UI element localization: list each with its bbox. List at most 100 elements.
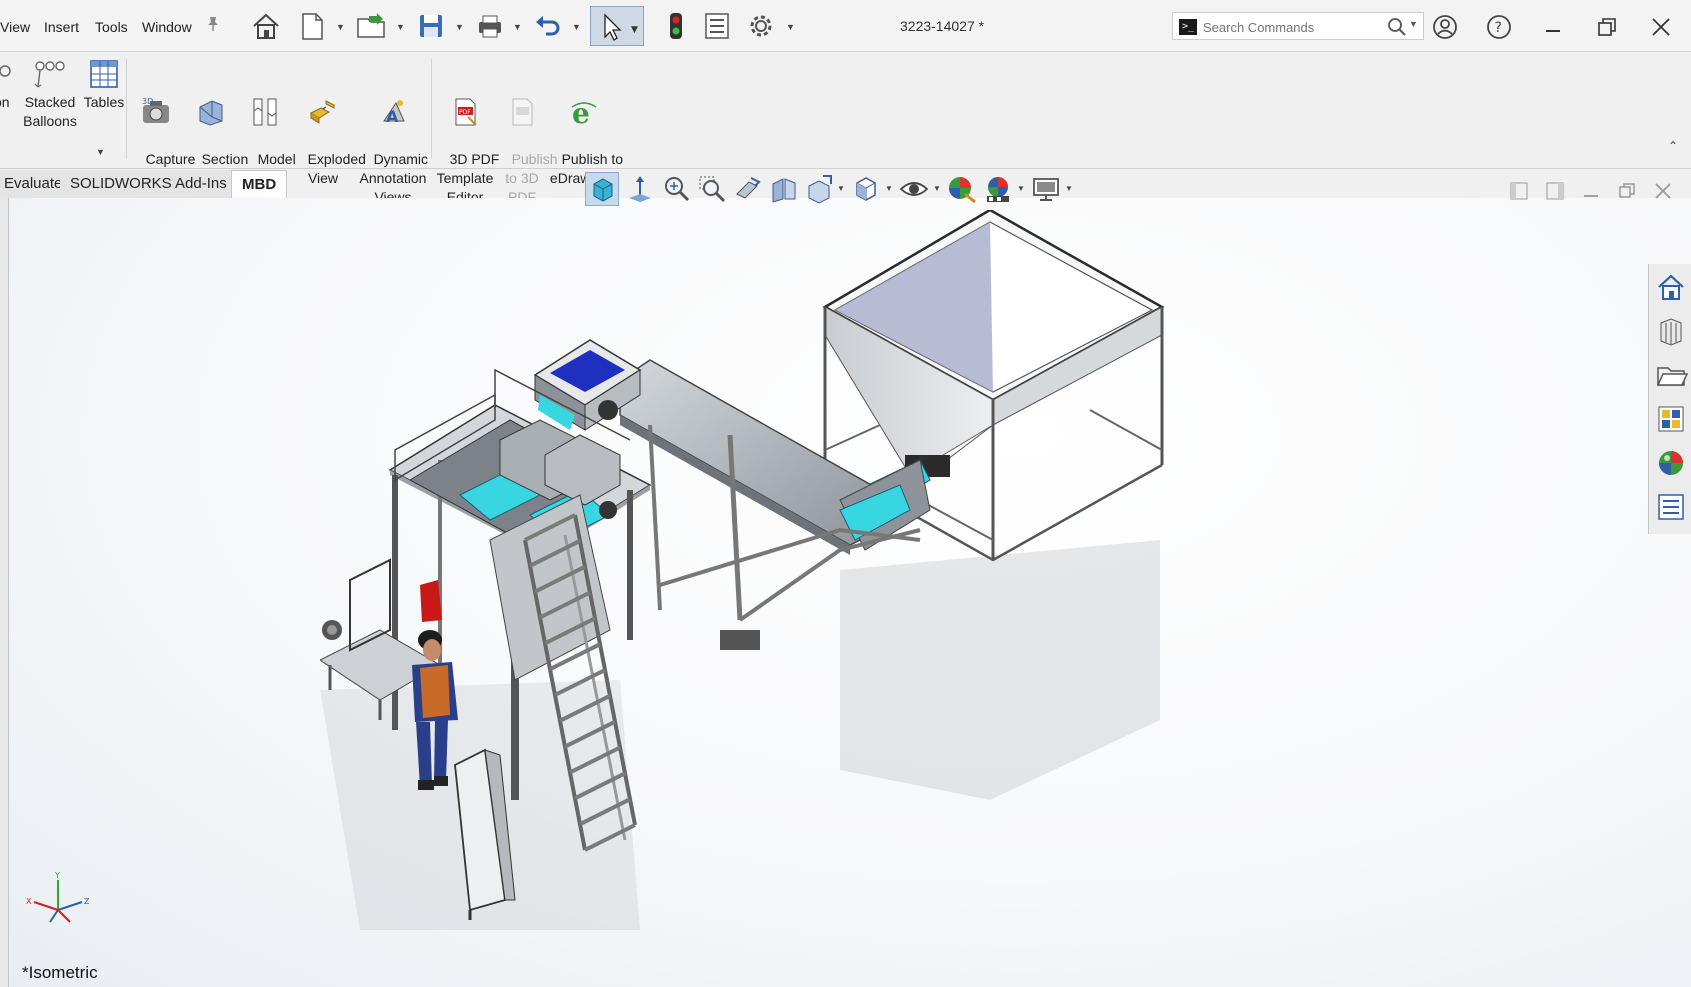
chevron-down-icon[interactable]: ▼ — [1409, 19, 1418, 29]
chevron-down-icon[interactable]: ▼ — [885, 184, 893, 193]
stacked-balloons-icon — [34, 61, 65, 88]
select-button[interactable]: ▼ — [590, 6, 644, 46]
dynamic-annotation-views-icon[interactable] — [803, 172, 837, 206]
svg-text:?: ? — [1495, 20, 1502, 36]
document-title: 3223-14027 * — [900, 18, 985, 34]
viewport-minimize-icon[interactable] — [1580, 180, 1602, 202]
zoom-to-fit-cube-icon[interactable] — [585, 172, 619, 206]
triad-y-label: Y — [54, 871, 60, 880]
search-icon[interactable] — [1387, 17, 1407, 40]
tables-icon — [90, 60, 118, 88]
collapse-ribbon-icon[interactable]: ⌃ — [1668, 139, 1678, 153]
pin-icon[interactable] — [206, 16, 220, 35]
hide-show-items-icon[interactable] — [897, 172, 931, 206]
section-view-icon[interactable] — [767, 172, 801, 206]
menu-tools[interactable]: Tools — [95, 19, 128, 35]
menu-view[interactable]: View — [0, 19, 30, 35]
chevron-down-icon[interactable]: ▼ — [336, 22, 345, 32]
publish-3d-pdf-icon — [512, 98, 533, 126]
ribbon-label: Tables — [83, 94, 125, 110]
custom-properties-icon[interactable] — [1654, 490, 1688, 524]
chevron-down-icon[interactable]: ▼ — [396, 22, 405, 32]
split-right-icon[interactable] — [1544, 180, 1566, 202]
view-palette-icon[interactable] — [1654, 402, 1688, 436]
task-pane-tabs — [1648, 264, 1691, 534]
open-folder-icon[interactable] — [355, 10, 387, 42]
previous-view-icon[interactable] — [731, 172, 765, 206]
edrawings-icon: e — [571, 97, 597, 129]
view-orientation-icon[interactable] — [623, 172, 657, 206]
search-input[interactable] — [1203, 17, 1383, 37]
bagging-machine-assembly-model[interactable] — [320, 210, 1260, 980]
undo-icon[interactable] — [532, 10, 564, 42]
svg-text:e: e — [572, 97, 590, 129]
svg-text:▼: ▼ — [631, 25, 638, 35]
dynamic-annotation-views-icon: A — [383, 100, 405, 126]
minimize-icon[interactable] — [1538, 12, 1568, 42]
coordinate-triad: Y X Z — [26, 871, 90, 923]
exploded-view-icon — [309, 100, 335, 124]
exploded-view-button[interactable]: Exploded View — [292, 57, 366, 207]
split-left-icon[interactable] — [1508, 180, 1530, 202]
zoom-to-area-icon[interactable] — [659, 172, 693, 206]
view-orientation-cube-icon[interactable] — [849, 172, 883, 206]
account-icon[interactable] — [1430, 12, 1460, 42]
file-properties-icon[interactable] — [701, 10, 733, 42]
svg-text:A: A — [386, 107, 399, 126]
tables-button[interactable]: Tables — [82, 57, 126, 112]
capture-3d-view-icon: 3D — [142, 97, 169, 123]
model-break-view-icon — [253, 98, 277, 126]
gear-icon[interactable] — [745, 10, 777, 42]
edit-appearance-icon[interactable] — [945, 172, 979, 206]
ribbon-label: Stacked Balloons — [23, 94, 77, 129]
restore-icon[interactable] — [1592, 12, 1622, 42]
help-icon[interactable]: ? — [1484, 12, 1514, 42]
search-commands-box[interactable]: >_ ▼ — [1172, 12, 1424, 40]
view-settings-monitor-icon[interactable] — [1029, 172, 1063, 206]
close-icon[interactable] — [1646, 12, 1676, 42]
chevron-down-icon[interactable]: ▼ — [1065, 184, 1073, 193]
chevron-down-icon[interactable]: ▼ — [572, 22, 581, 32]
viewport-restore-icon[interactable] — [1616, 180, 1638, 202]
chevron-down-icon[interactable]: ▼ — [96, 147, 105, 157]
chevron-down-icon[interactable]: ▼ — [455, 22, 464, 32]
chevron-down-icon[interactable]: ▼ — [837, 184, 845, 193]
view-orientation-label: *Isometric — [22, 963, 98, 982]
chevron-down-icon[interactable]: ▼ — [933, 184, 941, 193]
ribbon-label: 3D PDF Template Editor — [436, 151, 500, 205]
apply-scene-icon[interactable] — [981, 172, 1015, 206]
menu-insert[interactable]: Insert — [44, 19, 79, 35]
rebuild-traffic-light-icon[interactable] — [660, 10, 692, 42]
solidworks-resources-home-icon[interactable] — [1654, 270, 1688, 304]
section-view-icon — [199, 100, 223, 126]
feature-manager-collapsed-panel[interactable] — [0, 198, 9, 987]
tab-mbd[interactable]: MBD — [231, 170, 288, 198]
file-explorer-folder-icon[interactable] — [1654, 358, 1689, 392]
zoom-to-selection-icon[interactable] — [695, 172, 729, 206]
3d-pdf-template-editor-icon: PDF — [455, 98, 477, 126]
command-prompt-icon: >_ — [1179, 19, 1197, 35]
triad-x-label: X — [26, 897, 32, 906]
chevron-down-icon[interactable]: ▼ — [1017, 184, 1025, 193]
ribbon-label: on — [0, 94, 10, 110]
title-bar: View Insert Tools Window ▼ ▼ ▼ ▼ ▼ ▼ ▼ 3… — [0, 0, 1691, 52]
ribbon-separator — [431, 59, 432, 159]
chevron-down-icon[interactable]: ▼ — [513, 22, 522, 32]
viewport-close-icon[interactable] — [1652, 180, 1674, 202]
print-icon[interactable] — [474, 10, 506, 42]
svg-text:PDF: PDF — [459, 109, 471, 116]
svg-text:3D: 3D — [142, 97, 153, 106]
home-icon[interactable] — [250, 10, 282, 42]
design-library-icon[interactable] — [1654, 314, 1688, 348]
ribbon-separator — [126, 59, 127, 159]
appearances-scenes-icon[interactable] — [1654, 446, 1688, 480]
save-icon[interactable] — [415, 10, 447, 42]
tab-solidworks-add-ins[interactable]: SOLIDWORKS Add-Ins — [60, 170, 238, 198]
ribbon-partial-button[interactable]: on — [0, 57, 18, 112]
chevron-down-icon[interactable]: ▼ — [786, 22, 795, 32]
menu-window[interactable]: Window — [142, 19, 192, 35]
stacked-balloons-button[interactable]: Stacked Balloons — [22, 57, 78, 131]
new-document-icon[interactable] — [296, 10, 328, 42]
ribbon-label: Dynamic Annotation Views — [359, 151, 429, 205]
command-manager-ribbon: on Stacked Balloons Tables ▼ 3D Capture … — [0, 53, 1691, 205]
